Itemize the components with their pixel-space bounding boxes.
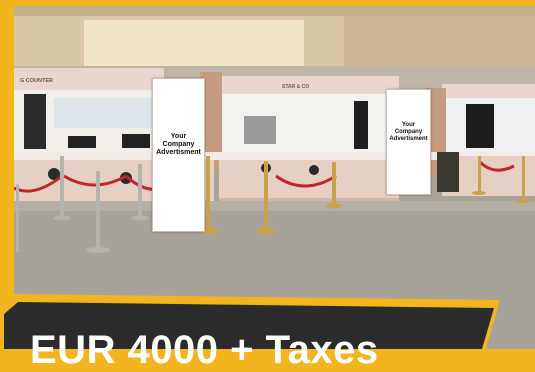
price-text: EUR 4000 + Taxes: [30, 328, 379, 372]
counter-center: [219, 160, 399, 200]
advertisement-text: Your Company Advertisment: [389, 121, 428, 142]
advertisement-text: Your Company Advertisment: [156, 133, 201, 156]
counter-sign-left: G COUNTER: [20, 78, 53, 84]
advertisement-panel-right: Your Company Advertisment: [386, 89, 431, 195]
counter-sign-center: STAR & CO: [282, 84, 309, 90]
advertisement-panel-left: Your Company Advertisment: [152, 78, 205, 232]
